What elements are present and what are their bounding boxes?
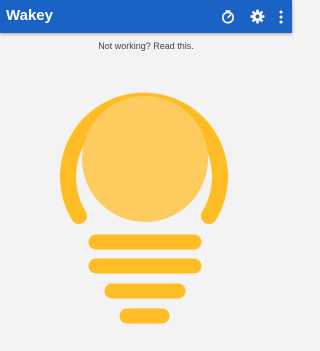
lightbulb-toggle[interactable] [0, 0, 292, 351]
bulb-glow [82, 96, 208, 222]
